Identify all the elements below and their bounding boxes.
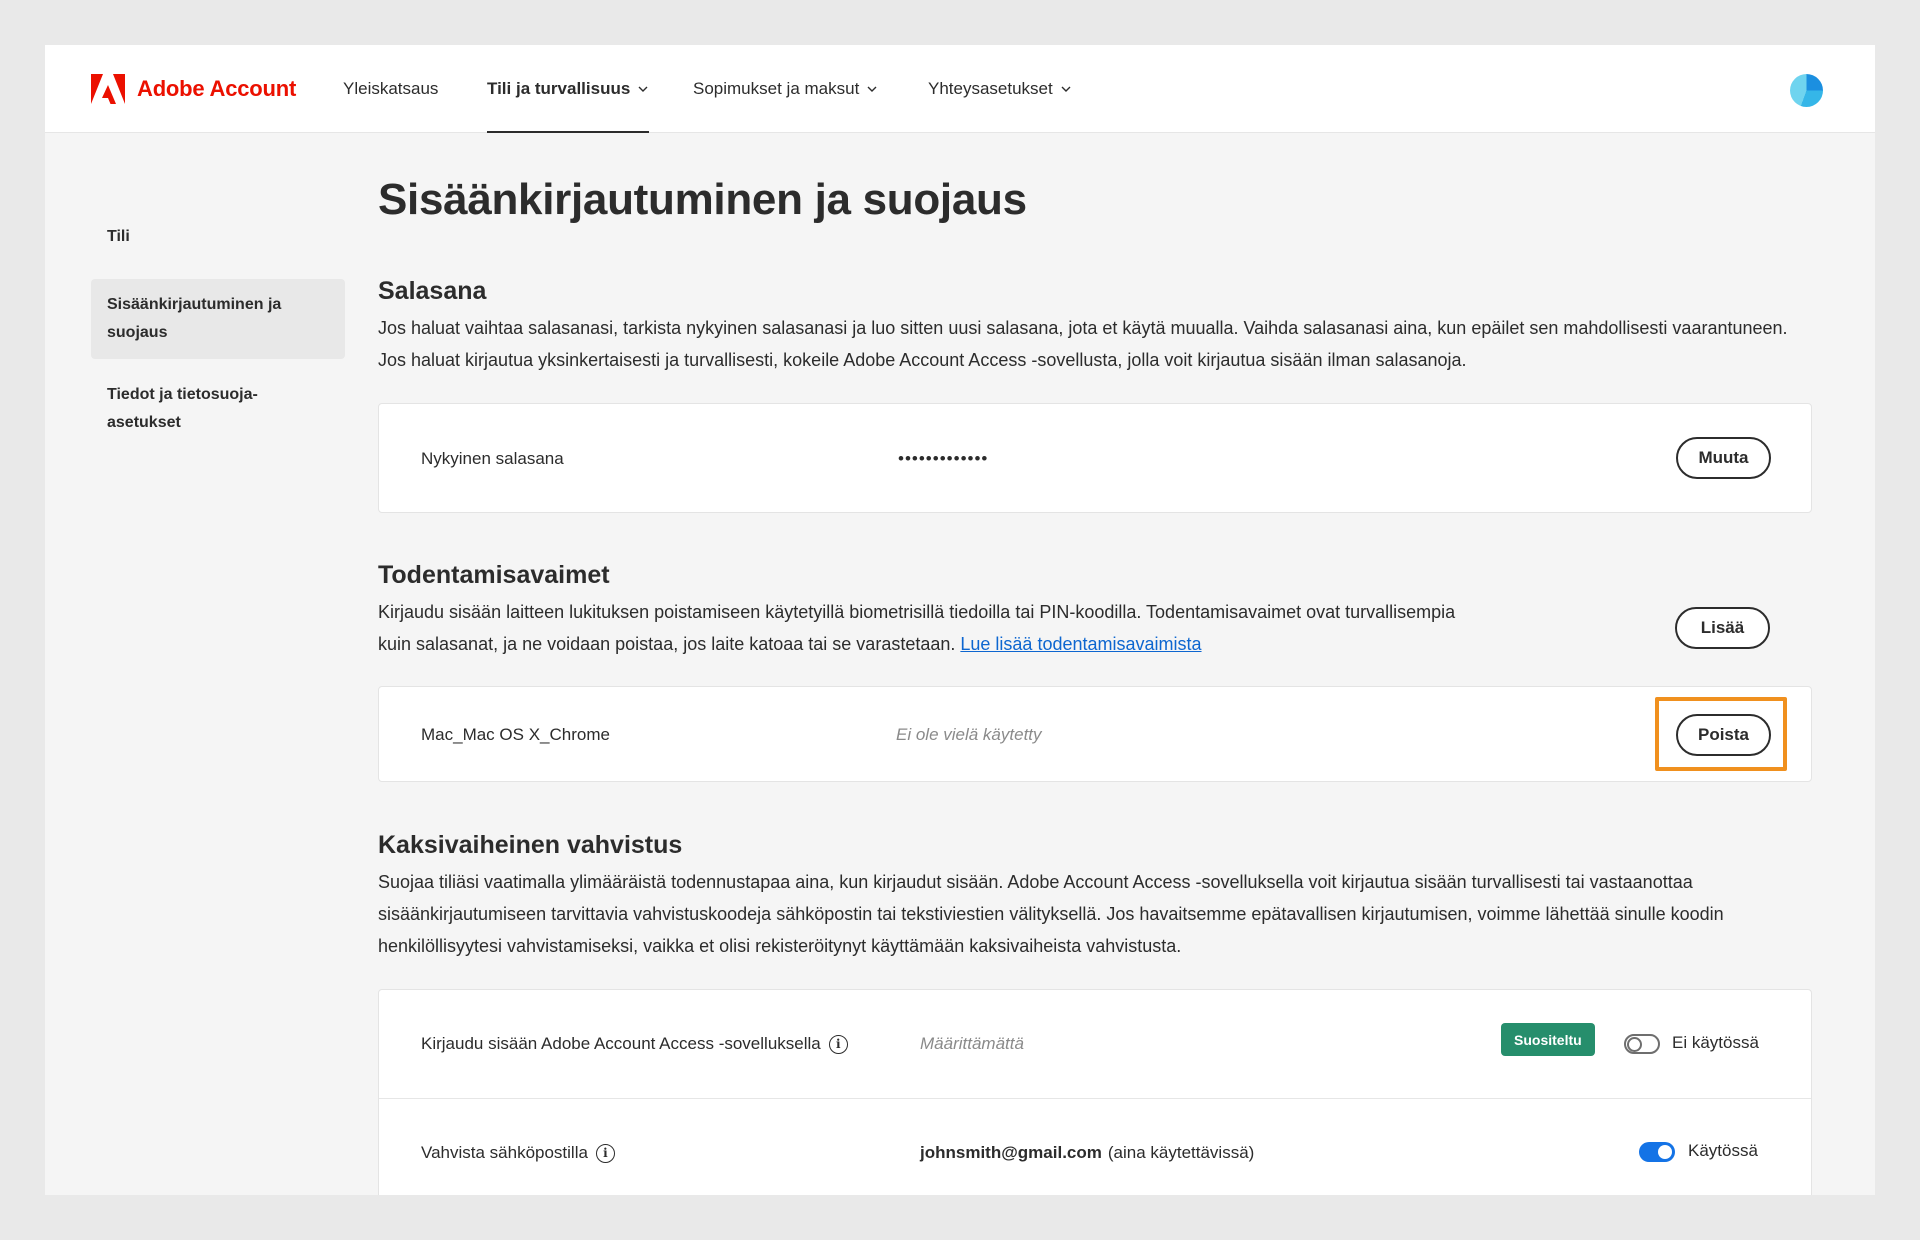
app-window: Adobe Account Yleiskatsaus Tili ja turva… bbox=[45, 45, 1875, 1195]
sidebar-item-account[interactable]: Tili bbox=[91, 223, 345, 251]
password-mask: ••••••••••••• bbox=[898, 449, 989, 468]
app-sign-in-toggle-label: Ei käytössä bbox=[1672, 1033, 1759, 1052]
recommended-badge: Suositeltu bbox=[1501, 1023, 1595, 1056]
passkey-device-card: Mac_Mac OS X_Chrome Ei ole vielä käytett… bbox=[378, 686, 1812, 782]
app-sign-in-label: Kirjaudu sisään Adobe Account Access -so… bbox=[421, 1034, 821, 1053]
page-title: Sisäänkirjautuminen ja suojaus bbox=[378, 175, 1027, 224]
password-card: Nykyinen salasana ••••••••••••• Muuta bbox=[378, 403, 1812, 513]
info-icon[interactable]: i bbox=[828, 1034, 848, 1054]
add-passkey-button[interactable]: Lisää bbox=[1675, 607, 1770, 649]
sidebar-item-privacy-settings[interactable]: Tiedot ja tietosuoja-asetukset bbox=[91, 381, 345, 437]
email-note: (aina käytettävissä) bbox=[1107, 1143, 1255, 1162]
info-icon[interactable]: i bbox=[595, 1143, 615, 1163]
main-content: Sisäänkirjautuminen ja suojaus Salasana … bbox=[378, 45, 1858, 1195]
passkeys-description: Kirjaudu sisään laitteen lukituksen pois… bbox=[378, 596, 1458, 660]
app-sign-in-status: Määrittämättä bbox=[920, 1034, 1024, 1053]
brand[interactable]: Adobe Account bbox=[91, 74, 296, 104]
sidebar-item-sign-in-security[interactable]: Sisäänkirjautuminen ja suojaus bbox=[91, 279, 345, 359]
two-step-card: Kirjaudu sisään Adobe Account Access -so… bbox=[378, 989, 1812, 1195]
brand-name: Adobe Account bbox=[137, 76, 297, 101]
two-step-section-title: Kaksivaiheinen vahvistus bbox=[378, 831, 683, 859]
email-address: johnsmith@gmail.com bbox=[920, 1143, 1102, 1162]
passkey-status: Ei ole vielä käytetty bbox=[896, 725, 1042, 744]
passkeys-learn-more-link[interactable]: Lue lisää todentamisavaimista bbox=[960, 634, 1201, 654]
two-step-description: Suojaa tiliäsi vaatimalla ylimääräistä t… bbox=[378, 872, 1724, 956]
email-verify-toggle-label: Käytössä bbox=[1688, 1141, 1758, 1160]
email-verify-value: johnsmith@gmail.com (aina käytettävissä) bbox=[920, 1098, 1254, 1195]
email-verify-toggle[interactable] bbox=[1639, 1142, 1675, 1162]
passkey-device-name: Mac_Mac OS X_Chrome bbox=[421, 725, 610, 744]
change-password-button[interactable]: Muuta bbox=[1676, 437, 1771, 479]
current-password-label: Nykyinen salasana bbox=[421, 449, 564, 468]
app-sign-in-row-label: Kirjaudu sisään Adobe Account Access -so… bbox=[421, 990, 848, 1098]
email-verify-row-label: Vahvista sähköpostilla i bbox=[421, 1098, 615, 1195]
adobe-logo-icon bbox=[91, 74, 125, 104]
email-verify-label: Vahvista sähköpostilla bbox=[421, 1143, 588, 1162]
password-description: Jos haluat vaihtaa salasanasi, tarkista … bbox=[378, 318, 1788, 370]
app-sign-in-toggle[interactable] bbox=[1624, 1034, 1660, 1054]
passkeys-section-title: Todentamisavaimet bbox=[378, 561, 610, 589]
remove-passkey-button[interactable]: Poista bbox=[1676, 714, 1771, 756]
passkeys-description-text: Kirjaudu sisään laitteen lukituksen pois… bbox=[378, 602, 1456, 654]
password-section-title: Salasana bbox=[378, 277, 487, 305]
